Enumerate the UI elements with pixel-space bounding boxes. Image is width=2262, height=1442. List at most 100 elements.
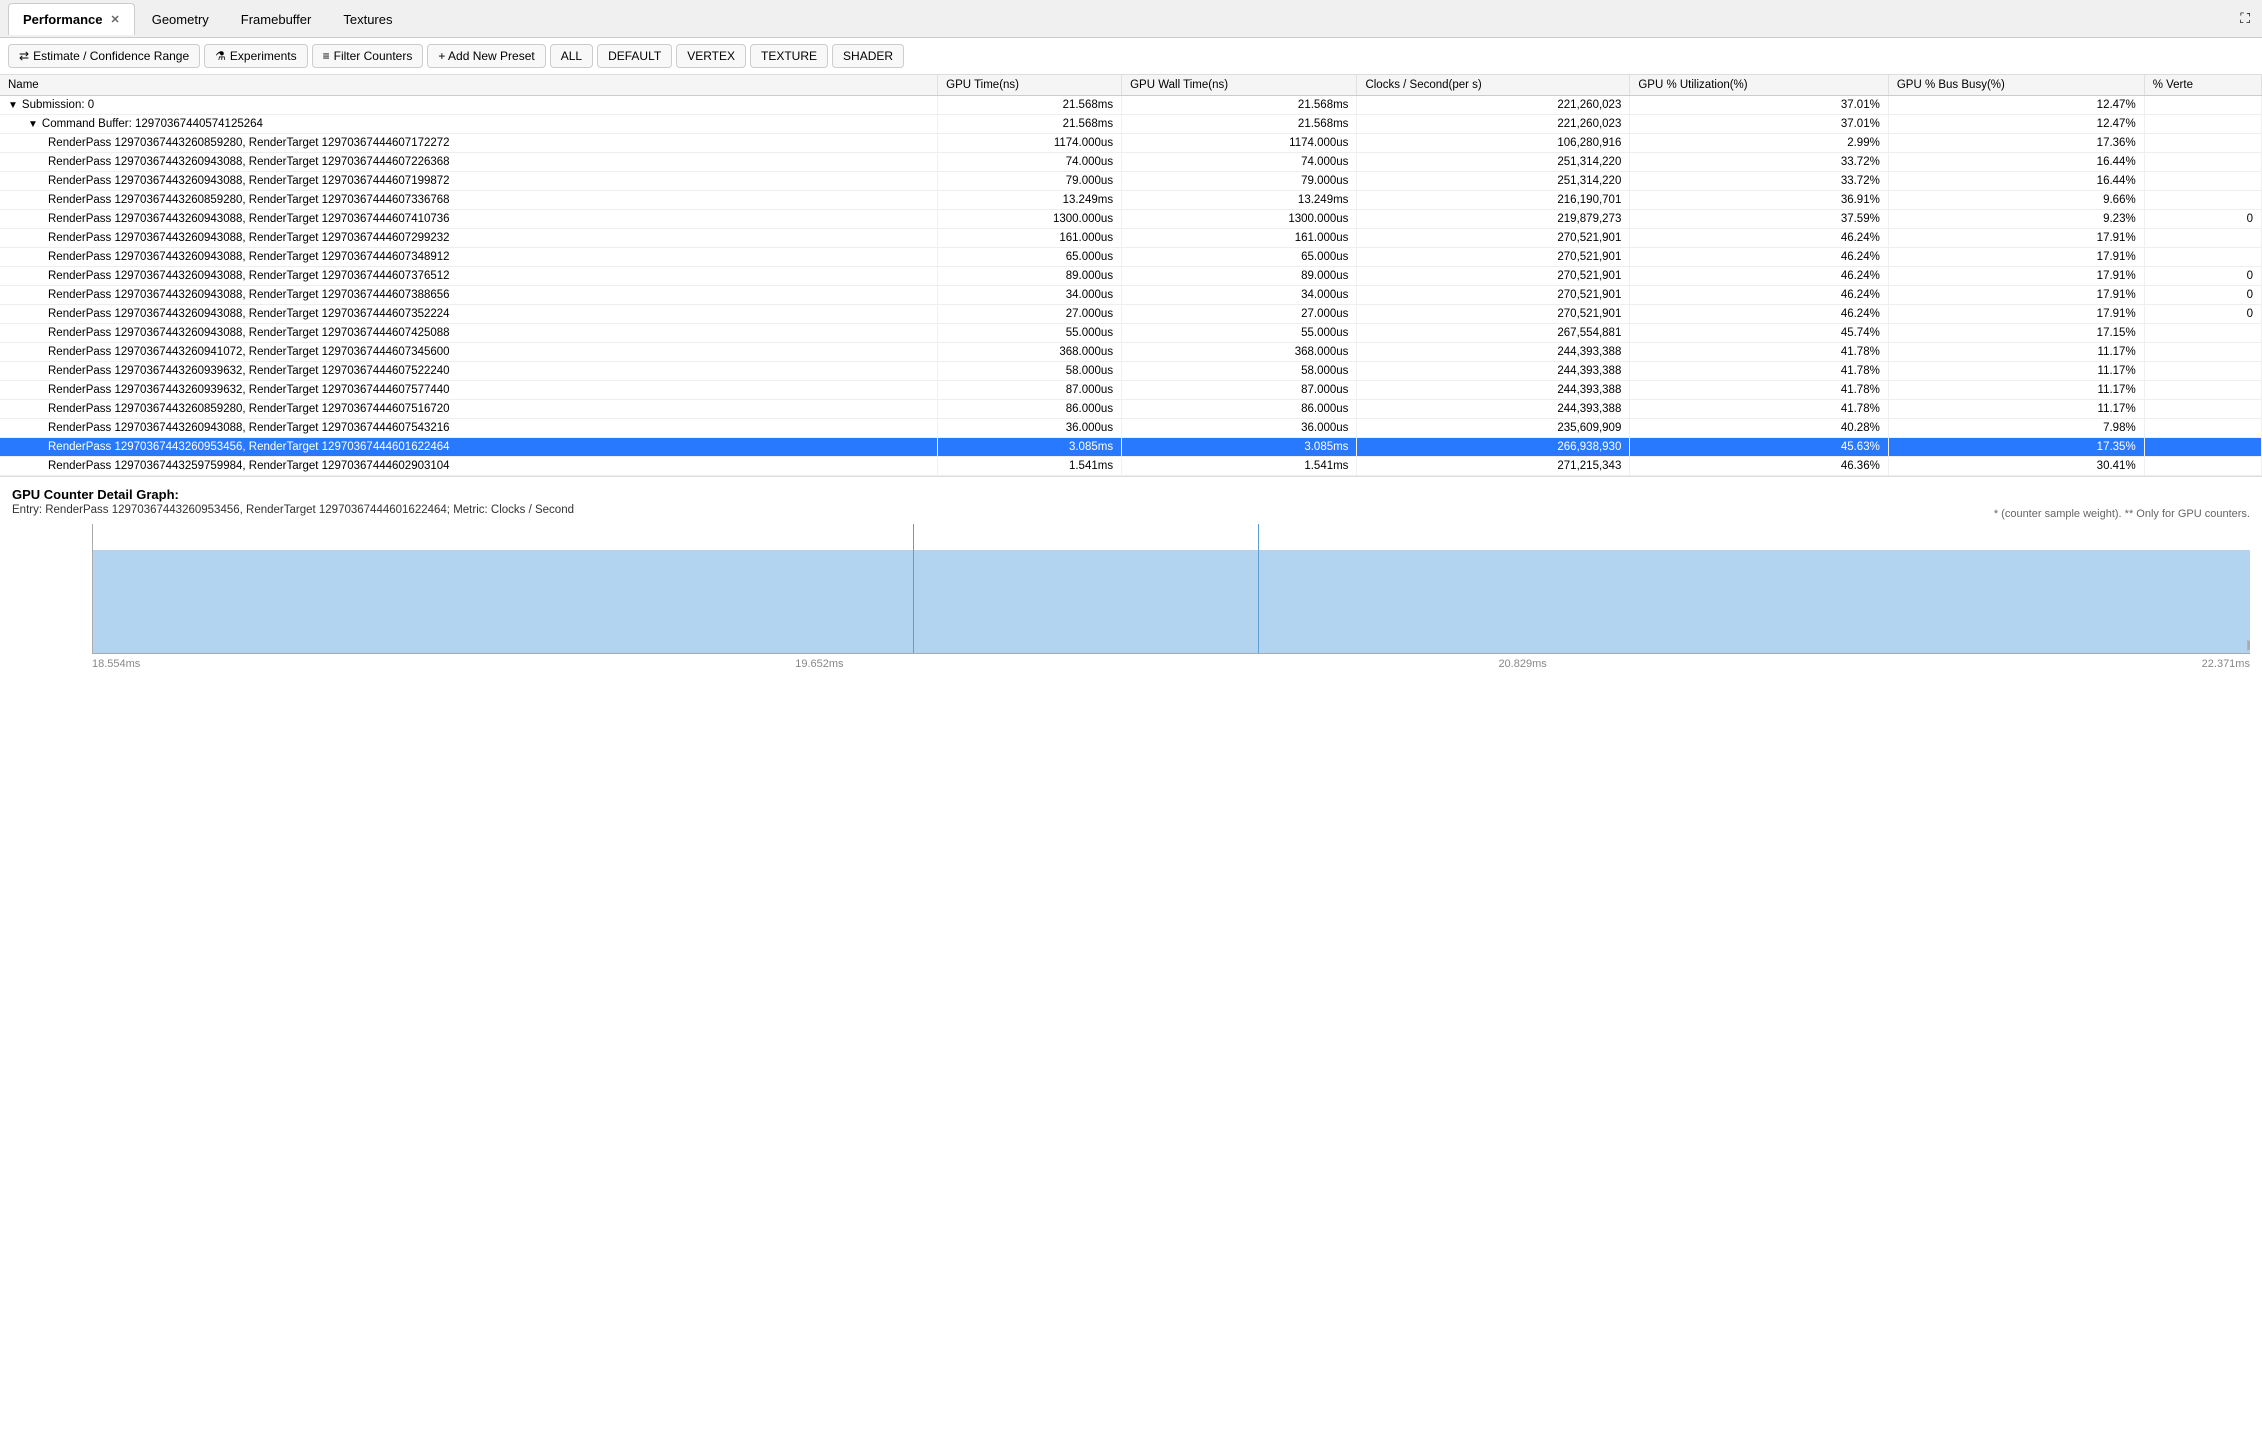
cell-util: 41.78% <box>1630 343 1888 362</box>
table-row[interactable]: RenderPass 12970367443260943088, RenderT… <box>0 153 2262 172</box>
filter-button[interactable]: ≡ Filter Counters <box>312 44 424 68</box>
cell-gpu_wall: 1174.000us <box>1122 134 1357 153</box>
cell-util: 46.36% <box>1630 457 1888 476</box>
cell-clocks: 216,190,701 <box>1357 191 1630 210</box>
preset-vertex-button[interactable]: VERTEX <box>676 44 746 68</box>
cell-gpu_time: 58.000us <box>938 362 1122 381</box>
preset-default-button[interactable]: DEFAULT <box>597 44 672 68</box>
cell-clocks: 270,521,901 <box>1357 267 1630 286</box>
preset-all-button[interactable]: ALL <box>550 44 593 68</box>
table-row[interactable]: RenderPass 12970367443260943088, RenderT… <box>0 305 2262 324</box>
cell-clocks: 270,521,901 <box>1357 248 1630 267</box>
col-clocks: Clocks / Second(per s) <box>1357 75 1630 96</box>
gpu-counter-title: GPU Counter Detail Graph: <box>12 487 574 502</box>
col-verte: % Verte <box>2144 75 2261 96</box>
table-row[interactable]: RenderPass 12970367443260943088, RenderT… <box>0 419 2262 438</box>
cell-name: RenderPass 12970367443260939632, RenderT… <box>0 381 938 400</box>
cell-gpu_wall: 34.000us <box>1122 286 1357 305</box>
add-preset-label: + Add New Preset <box>438 49 534 63</box>
cell-verte <box>2144 362 2261 381</box>
cell-verte <box>2144 381 2261 400</box>
tab-geometry[interactable]: Geometry <box>137 3 224 35</box>
table-row[interactable]: RenderPass 12970367443260943088, RenderT… <box>0 267 2262 286</box>
table-row[interactable]: RenderPass 12970367443260859280, RenderT… <box>0 191 2262 210</box>
estimate-label: Estimate / Confidence Range <box>33 49 189 63</box>
cell-clocks: 270,521,901 <box>1357 229 1630 248</box>
cell-clocks: 244,393,388 <box>1357 400 1630 419</box>
table-row[interactable]: RenderPass 12970367443260943088, RenderT… <box>0 286 2262 305</box>
cell-verte <box>2144 438 2261 457</box>
cell-clocks: 219,879,273 <box>1357 210 1630 229</box>
cell-name: RenderPass 12970367443260943088, RenderT… <box>0 248 938 267</box>
step-line-1 <box>913 524 914 653</box>
table-row[interactable]: RenderPass 12970367443260943088, RenderT… <box>0 324 2262 343</box>
cell-verte <box>2144 115 2261 134</box>
cell-verte: 0 <box>2144 305 2261 324</box>
cell-bus: 9.66% <box>1888 191 2144 210</box>
cell-util: 40.28% <box>1630 419 1888 438</box>
cell-bus: 16.44% <box>1888 172 2144 191</box>
cell-name: RenderPass 12970367443260859280, RenderT… <box>0 134 938 153</box>
table-row[interactable]: RenderPass 12970367443260859280, RenderT… <box>0 400 2262 419</box>
cell-name: RenderPass 12970367443260943088, RenderT… <box>0 419 938 438</box>
cell-verte <box>2144 343 2261 362</box>
col-name: Name <box>0 75 938 96</box>
cell-util: 37.59% <box>1630 210 1888 229</box>
cell-name: RenderPass 12970367443260939632, RenderT… <box>0 362 938 381</box>
col-gpu-time: GPU Time(ns) <box>938 75 1122 96</box>
tab-performance[interactable]: Performance ✕ <box>8 3 135 35</box>
cell-gpu_wall: 55.000us <box>1122 324 1357 343</box>
cell-bus: 11.17% <box>1888 381 2144 400</box>
cell-gpu_wall: 21.568ms <box>1122 115 1357 134</box>
estimate-button[interactable]: ⇄ Estimate / Confidence Range <box>8 44 200 68</box>
tab-performance-close[interactable]: ✕ <box>110 13 119 26</box>
table-body: ▼Submission: 021.568ms21.568ms221,260,02… <box>0 96 2262 476</box>
tab-textures-label: Textures <box>343 12 392 27</box>
cell-gpu_time: 86.000us <box>938 400 1122 419</box>
table-row[interactable]: RenderPass 12970367443260939632, RenderT… <box>0 381 2262 400</box>
table-row[interactable]: RenderPass 12970367443260943088, RenderT… <box>0 229 2262 248</box>
cell-util: 41.78% <box>1630 400 1888 419</box>
cell-util: 45.63% <box>1630 438 1888 457</box>
table-row[interactable]: RenderPass 12970367443260939632, RenderT… <box>0 362 2262 381</box>
cell-util: 46.24% <box>1630 305 1888 324</box>
cell-gpu_wall: 79.000us <box>1122 172 1357 191</box>
table-row[interactable]: RenderPass 12970367443260943088, RenderT… <box>0 248 2262 267</box>
performance-table-container[interactable]: Name GPU Time(ns) GPU Wall Time(ns) Cloc… <box>0 75 2262 477</box>
cell-gpu_wall: 21.568ms <box>1122 96 1357 115</box>
table-row[interactable]: RenderPass 12970367443260943088, RenderT… <box>0 210 2262 229</box>
fullscreen-button[interactable]: ⛶ <box>2236 6 2254 31</box>
table-row[interactable]: ▼Command Buffer: 1297036744057412526421.… <box>0 115 2262 134</box>
table-row[interactable]: ▼Submission: 021.568ms21.568ms221,260,02… <box>0 96 2262 115</box>
cell-name: RenderPass 12970367443260943088, RenderT… <box>0 210 938 229</box>
table-header-row: Name GPU Time(ns) GPU Wall Time(ns) Cloc… <box>0 75 2262 96</box>
expand-arrow-icon[interactable]: ▼ <box>8 100 18 111</box>
cell-util: 2.99% <box>1630 134 1888 153</box>
tab-textures[interactable]: Textures <box>328 3 407 35</box>
cell-verte <box>2144 419 2261 438</box>
cell-gpu_time: 74.000us <box>938 153 1122 172</box>
table-row[interactable]: RenderPass 12970367443260943088, RenderT… <box>0 172 2262 191</box>
col-util: GPU % Utilization(%) <box>1630 75 1888 96</box>
expand-arrow-icon[interactable]: ▼ <box>28 119 38 130</box>
gpu-counter-entry: Entry: RenderPass 12970367443260953456, … <box>12 504 574 516</box>
table-row[interactable]: RenderPass 12970367443259759984, RenderT… <box>0 457 2262 476</box>
table-row[interactable]: RenderPass 12970367443260859280, RenderT… <box>0 134 2262 153</box>
cell-verte <box>2144 96 2261 115</box>
experiments-button[interactable]: ⚗ Experiments <box>204 44 307 68</box>
table-row[interactable]: RenderPass 12970367443260941072, RenderT… <box>0 343 2262 362</box>
preset-texture-button[interactable]: TEXTURE <box>750 44 828 68</box>
cell-clocks: 244,393,388 <box>1357 381 1630 400</box>
tab-framebuffer[interactable]: Framebuffer <box>226 3 327 35</box>
cell-name: RenderPass 12970367443259759984, RenderT… <box>0 457 938 476</box>
cell-util: 41.78% <box>1630 362 1888 381</box>
cell-verte <box>2144 400 2261 419</box>
cell-verte: 0 <box>2144 267 2261 286</box>
table-row[interactable]: RenderPass 12970367443260953456, RenderT… <box>0 438 2262 457</box>
preset-shader-button[interactable]: SHADER <box>832 44 904 68</box>
add-preset-button[interactable]: + Add New Preset <box>427 44 545 68</box>
cell-name: RenderPass 12970367443260953456, RenderT… <box>0 438 938 457</box>
cell-clocks: 251,314,220 <box>1357 153 1630 172</box>
cell-bus: 11.17% <box>1888 362 2144 381</box>
cell-gpu_wall: 1.541ms <box>1122 457 1357 476</box>
